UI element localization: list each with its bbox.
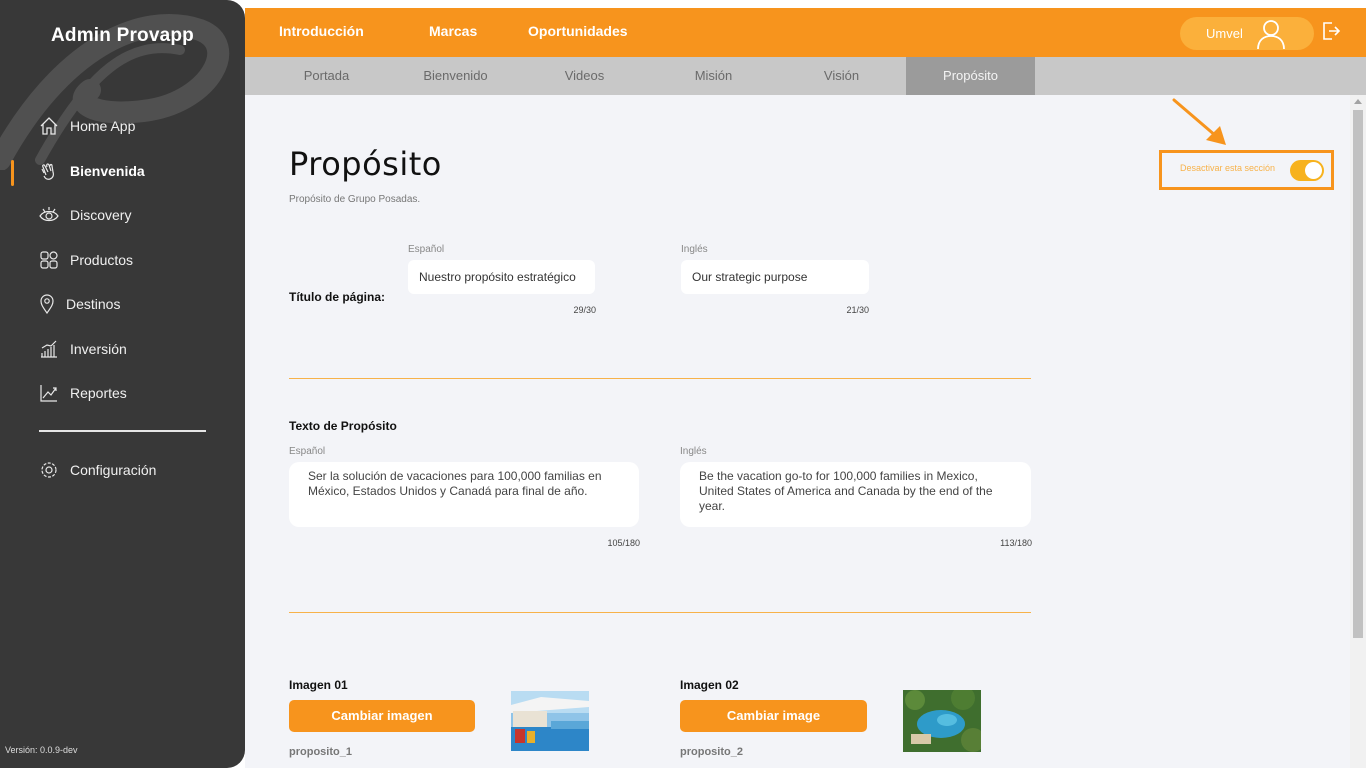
sub-nav: Portada Bienvenido Videos Misión Visión … [245,57,1366,95]
subtab-portada[interactable]: Portada [262,57,391,95]
scrollbar-thumb[interactable] [1353,110,1363,638]
title-en-input[interactable]: Our strategic purpose [681,260,869,294]
gear-icon [38,459,60,481]
image-01-thumbnail [511,691,589,751]
active-tab-caret [321,0,337,8]
trend-line-icon [38,382,60,404]
page-subtitle: Propósito de Grupo Posadas. [289,194,421,205]
top-nav: Introducción Marcas Oportunidades Umvel [245,0,1366,57]
toggle-knob [1305,162,1322,179]
sidebar-item-label: Discovery [70,207,132,223]
page-title-row-label: Título de página: [289,290,385,304]
purpose-es-textarea[interactable]: Ser la solución de vacaciones para 100,0… [289,462,639,527]
purpose-en-counter: 113/180 [1000,538,1032,548]
image-02-thumbnail [903,690,981,752]
sidebar-item-home-app[interactable]: Home App [38,113,135,139]
image-01-filename: proposito_1 [289,746,352,758]
sidebar-item-label: Destinos [66,296,121,312]
purpose-en-textarea[interactable]: Be the vacation go-to for 100,000 famili… [680,462,1031,527]
subtab-vision[interactable]: Visión [777,57,906,95]
image-02-filename: proposito_2 [680,746,743,758]
home-icon [38,115,60,137]
user-avatar-icon [1256,18,1286,55]
annotation-arrow-icon [1172,98,1226,145]
section-toggle-highlight: Desactivar esta sección [1159,150,1334,190]
purpose-en-label: Inglés [680,446,707,457]
wave-hand-icon [38,160,60,182]
page-title: Propósito [289,145,442,183]
purpose-es-counter: 105/180 [607,538,640,548]
tab-introduccion[interactable]: Introducción [279,23,364,39]
subtab-videos[interactable]: Videos [520,57,649,95]
title-en-label: Inglés [681,244,708,255]
sidebar-divider [39,430,206,432]
change-image-01-button[interactable]: Cambiar imagen [289,700,475,732]
sidebar-item-label: Inversión [70,341,127,357]
user-name: Umvel [1206,26,1243,41]
title-es-counter: 29/30 [573,305,596,315]
sidebar-item-configuracion[interactable]: Configuración [38,457,156,483]
sidebar-item-productos[interactable]: Productos [38,247,133,273]
subtab-bienvenido[interactable]: Bienvenido [391,57,520,95]
change-image-02-button[interactable]: Cambiar image [680,700,867,732]
active-indicator [11,160,14,186]
sidebar-item-reportes[interactable]: Reportes [38,380,127,406]
section-toggle[interactable] [1290,160,1324,181]
subtab-proposito[interactable]: Propósito [906,57,1035,95]
sidebar-item-label: Reportes [70,385,127,401]
sidebar: Admin Provapp Home App Bienvenida Discov… [0,0,245,768]
eye-icon [38,204,60,226]
bar-chart-icon [38,338,60,360]
subtab-mision[interactable]: Misión [649,57,778,95]
logout-icon[interactable] [1321,21,1341,46]
sidebar-item-label: Bienvenida [70,163,145,179]
sidebar-item-destinos[interactable]: Destinos [38,291,120,317]
purpose-text-heading: Texto de Propósito [289,419,397,433]
tab-marcas[interactable]: Marcas [429,23,477,39]
image-01-label: Imagen 01 [289,678,348,692]
title-es-label: Español [408,244,445,255]
section-divider [289,378,1031,379]
toggle-label: Desactivar esta sección [1180,163,1276,173]
version-label: Versión: 0.0.9-dev [5,745,78,755]
tab-oportunidades[interactable]: Oportunidades [528,23,628,39]
sidebar-item-discovery[interactable]: Discovery [38,202,131,228]
grid-icon [38,249,60,271]
user-menu[interactable]: Umvel [1180,17,1314,50]
image-02-label: Imagen 02 [680,678,739,692]
title-en-counter: 21/30 [846,305,869,315]
sidebar-item-inversion[interactable]: Inversión [38,336,127,362]
sidebar-item-label: Configuración [70,462,157,478]
sidebar-item-label: Home App [70,118,136,134]
sidebar-item-bienvenida[interactable]: Bienvenida [38,158,145,184]
title-es-input[interactable]: Nuestro propósito estratégico [408,260,595,294]
section-divider [289,612,1031,613]
scrollbar[interactable] [1350,95,1366,768]
sidebar-item-label: Productos [70,252,134,268]
purpose-es-label: Español [289,446,326,457]
scroll-up-arrow-icon[interactable] [1354,99,1362,104]
app-title: Admin Provapp [50,25,194,46]
location-pin-icon [38,293,56,315]
